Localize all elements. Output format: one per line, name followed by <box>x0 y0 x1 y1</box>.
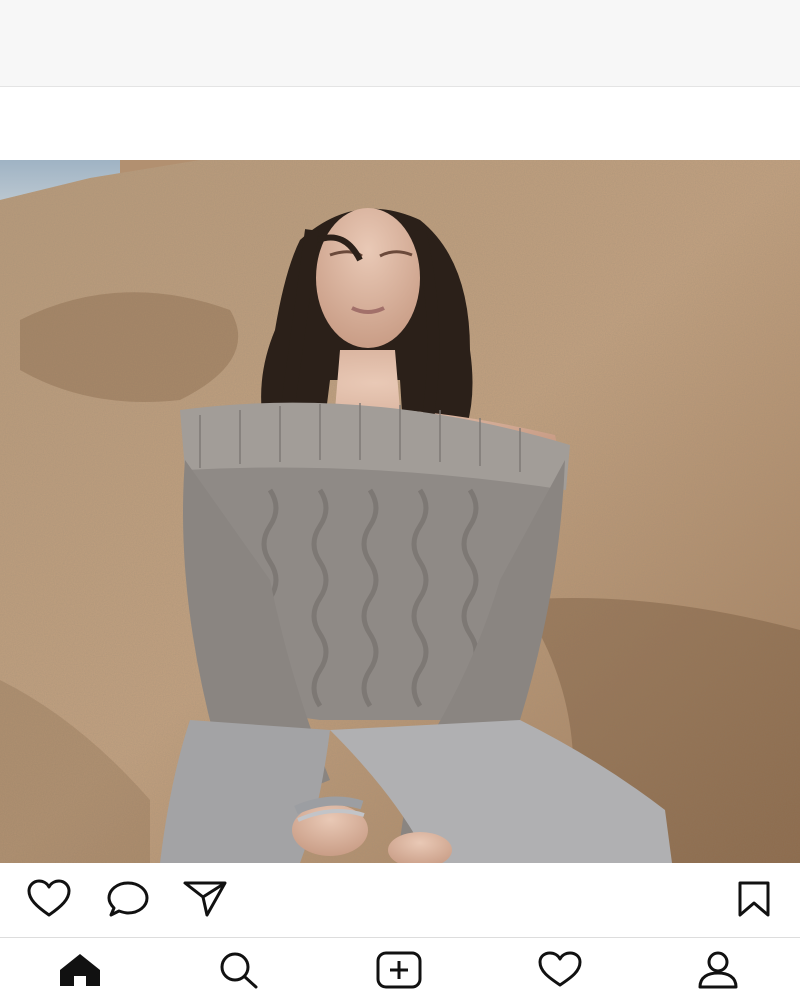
top-status-bar <box>0 0 800 87</box>
post-action-bar <box>0 863 800 937</box>
comment-icon[interactable] <box>106 879 150 919</box>
profile-icon[interactable] <box>694 950 742 990</box>
share-icon[interactable] <box>182 879 227 919</box>
activity-icon[interactable] <box>536 950 584 990</box>
bookmark-icon[interactable] <box>734 879 778 919</box>
bottom-tab-bar <box>0 937 800 1001</box>
like-icon[interactable] <box>26 879 71 919</box>
new-post-icon[interactable] <box>375 950 423 990</box>
post-header <box>0 87 800 160</box>
search-icon[interactable] <box>214 950 262 990</box>
home-icon[interactable] <box>56 950 104 990</box>
post-photo[interactable] <box>0 160 800 863</box>
post-photo-illustration <box>0 160 800 863</box>
